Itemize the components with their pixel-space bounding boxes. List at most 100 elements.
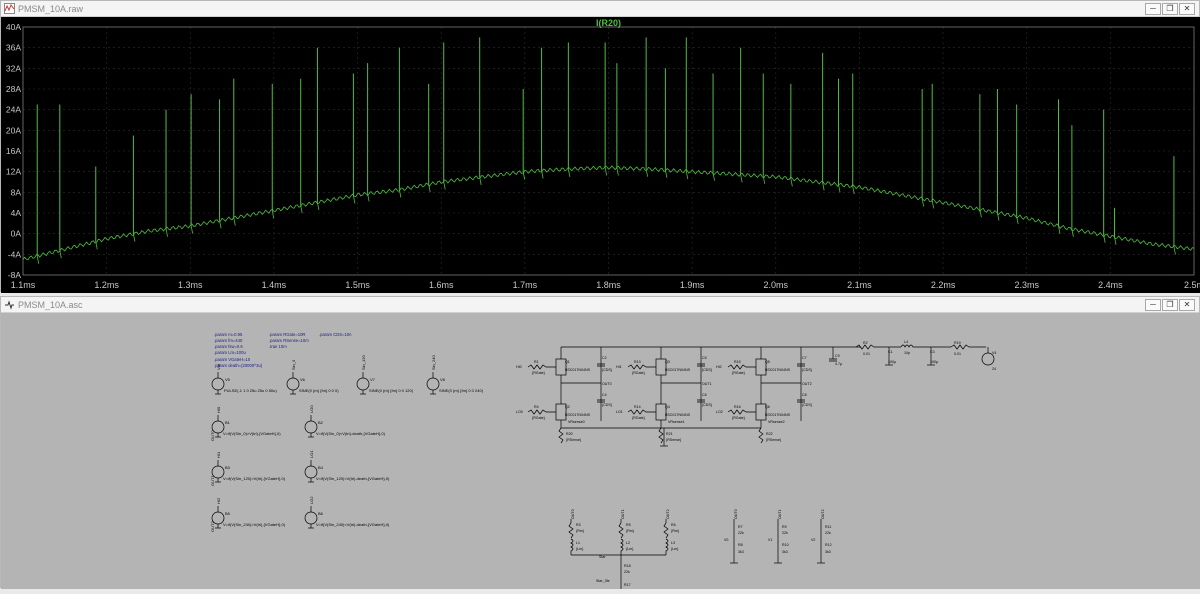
component-value: 22k (624, 570, 630, 574)
voltage-source-V6[interactable]: V6 Sin_0 SINE(0 {m} {fm} 0 0 0) (286, 359, 339, 395)
component-name: L2 (626, 541, 630, 545)
half-bridge-2[interactable]: HI1 LO1 R13 {RGate} R14 {RGate} Q3 BSC017N04NS Q… (616, 347, 713, 444)
x-tick-label: 2.0ms (764, 280, 789, 290)
source-name: B1 (225, 420, 231, 425)
component-value: {CDS} (702, 368, 713, 372)
inductor-icon (900, 344, 951, 348)
component-name: R20 (566, 432, 573, 436)
net-label: OUT2 (821, 509, 825, 519)
source-value: SINE(0 {m} {fm} 0 0 0) (299, 388, 339, 393)
schematic-canvas[interactable]: .param m=0.95 .param fm=440 .param fsw=0.6… (1, 313, 1200, 593)
y-tick-label: 32A (6, 63, 21, 73)
net-label: VRsense0 (568, 420, 585, 424)
x-tick-label: 1.7ms (513, 280, 538, 290)
resistor-icon (658, 427, 664, 444)
source-name: V5 (225, 377, 231, 382)
half-bridge-1[interactable]: HI0 LO0 R1 {RGate} R4 {RGate} Q1 BSC017N04NS Q2 B… (516, 347, 613, 444)
trace-spike-foot (399, 189, 402, 198)
component-name: Q3 (665, 360, 670, 364)
x-tick-label: 1.9ms (680, 280, 705, 290)
component-name: R16 (734, 405, 741, 409)
restore-button[interactable]: ❐ (1162, 299, 1178, 311)
trace-spike-foot (685, 171, 689, 180)
minimize-button[interactable]: ─ (1145, 3, 1161, 15)
source-value: PULSE(-1 1 0 25u 25u 0 50u) (224, 388, 277, 393)
trace-spike-foot (59, 250, 62, 259)
resistor-icon (727, 364, 756, 370)
component-name: R18 (624, 564, 631, 568)
component-name: R17 (624, 583, 631, 587)
trace-spike-foot (790, 178, 793, 187)
behavioral-source-B6[interactable]: B6 LO2 V=if(V(Sin_240)<V(tri)-death,{VGate… (304, 496, 390, 529)
component-value: {RSense} (566, 438, 582, 442)
resistor-icon (627, 409, 656, 415)
load-phase-1[interactable]: OUT0R3 {Rm} L1 {Lm} (568, 509, 585, 555)
load-phase-2[interactable]: OUT1R5 {Rm} L2 {Lm} (618, 509, 635, 555)
net-label: OUT2 (666, 509, 670, 519)
source-name: B6 (318, 511, 324, 516)
resistor-icon (727, 409, 756, 415)
divider-V2[interactable]: OUT2 V2 R11 22k R12 3k3 (811, 509, 832, 564)
schematic-titlebar[interactable]: PMSM_10A.asc ─ ❐ ✕ (1, 297, 1199, 313)
load-phase-3[interactable]: OUT2R6 {Rm} L3 {Lm} (663, 509, 680, 555)
waveform-plot-area[interactable]: 40A 36A 32A 28A 24A 20A 16A 12A 8A 4A 0A -4A -8A 1.1m… (1, 17, 1200, 293)
source-expression: V=if(V(Sin_120)<V(tri)-death,{VGateH},0) (316, 476, 390, 481)
trace-spike-foot (233, 217, 236, 226)
y-tick-label: 0A (11, 229, 22, 239)
trace-spike-foot (541, 170, 544, 179)
close-button[interactable]: ✕ (1179, 299, 1195, 311)
trace-spike-foot (443, 181, 446, 190)
component-value: {RGate} (532, 416, 546, 420)
behavioral-source-B1[interactable]: B1 HI0 OUT0 V=if(V(Sin_0)>V(tri),{VGateH},0… (210, 406, 281, 441)
waveform-titlebar[interactable]: PMSM_10A.raw ─ ❐ ✕ (1, 1, 1199, 17)
source-expression: V=if(V(Sin_0)<V(tri)-death,{VGateH},0) (316, 431, 386, 436)
schematic-window[interactable]: PMSM_10A.asc ─ ❐ ✕ .param m=0.95 .param f… (0, 296, 1200, 593)
waveform-window[interactable]: PMSM_10A.raw ─ ❐ ✕ 40A 36A 32A 28A 24A 20A 16A… (0, 0, 1200, 293)
schematic-window-title: PMSM_10A.asc (18, 299, 83, 310)
waveform-chart[interactable]: 40A 36A 32A 28A 24A 20A 16A 12A 8A 4A 0A -4A -8A1.1m… (1, 17, 1200, 293)
trace-spike-foot (165, 228, 168, 237)
close-button[interactable]: ✕ (1179, 3, 1195, 15)
spice-directive: .param CDS=10n (319, 332, 352, 337)
behavioral-source-B2[interactable]: B2 LO0 V=if(V(Sin_0)<V(tri)-death,{VGateH}… (304, 405, 386, 438)
net-label: OUT0 (734, 509, 738, 519)
component-name: R13 (634, 360, 641, 364)
behavioral-source-B3[interactable]: B3 HI1 OUT1 V=if(V(Sin_120)>V(tri),{VGateH}… (210, 451, 286, 486)
net-label: OUT2 (210, 521, 215, 532)
minimize-button[interactable]: ─ (1145, 299, 1161, 311)
voltage-source-V5[interactable]: V5 Vtri PULSE(-1 1 0 25u 25u 0 50u) (211, 364, 277, 395)
source-circle (286, 377, 300, 391)
x-tick-label: 1.3ms (178, 280, 203, 290)
component-value: 24 (992, 367, 996, 371)
component-value: {CDS} (802, 403, 813, 407)
y-tick-label: 28A (6, 84, 21, 94)
x-tick-label: 1.1ms (11, 280, 36, 290)
component-name: C2 (602, 356, 607, 360)
behavioral-source-B4[interactable]: B4 LO1 V=if(V(Sin_120)<V(tri)-death,{VGate… (304, 450, 390, 483)
divider-V1[interactable]: OUT1 V1 R9 22k R10 3k3 (768, 509, 789, 564)
component-value: {RGate} (732, 416, 746, 420)
x-tick-label: 2.5m (1184, 280, 1200, 290)
component-name: C9 (835, 354, 840, 358)
trace-spike-foot (219, 220, 222, 229)
half-bridge-3[interactable]: HI2 LO2 R15 {RGate} R16 {RGate} Q5 BSC017N04NS Q… (716, 347, 813, 444)
component-name: C6 (702, 393, 707, 397)
resistor-icon (618, 522, 624, 539)
divider-V0[interactable]: OUT0 V0 R7 22k R8 3k3 (724, 509, 744, 564)
voltage-source-V7[interactable]: V7 Sin_120 SINE(0 {m} {fm} 0 0 120) (356, 355, 414, 395)
y-tick-label: 40A (6, 22, 21, 32)
resistor-icon (568, 522, 574, 539)
schematic-drawing[interactable]: .param m=0.95.param fm=440.param fsw=0.6… (1, 313, 1200, 593)
behavioral-source-B5[interactable]: B5 HI2 OUT2 V=if(V(Sin_240)>V(tri),{VGateH}… (210, 497, 286, 532)
source-expression: V=if(V(Sin_120)>V(tri),{VGateH},0) (223, 476, 286, 481)
component-name: C7 (802, 356, 807, 360)
voltage-source-V8[interactable]: V8 Sin_240 SINE(0 {m} {fm} 0 0 240) (426, 355, 484, 395)
component-value: {RGate} (632, 371, 646, 375)
restore-button[interactable]: ❐ (1162, 3, 1178, 15)
component-value: {Rm} (576, 529, 585, 533)
net-label: HI1 (616, 365, 622, 369)
net-label: HI2 (716, 365, 722, 369)
x-tick-label: 1.5ms (345, 280, 370, 290)
component-name: Q4 (665, 405, 670, 409)
spice-directive: .param RGate=10R (269, 332, 305, 337)
